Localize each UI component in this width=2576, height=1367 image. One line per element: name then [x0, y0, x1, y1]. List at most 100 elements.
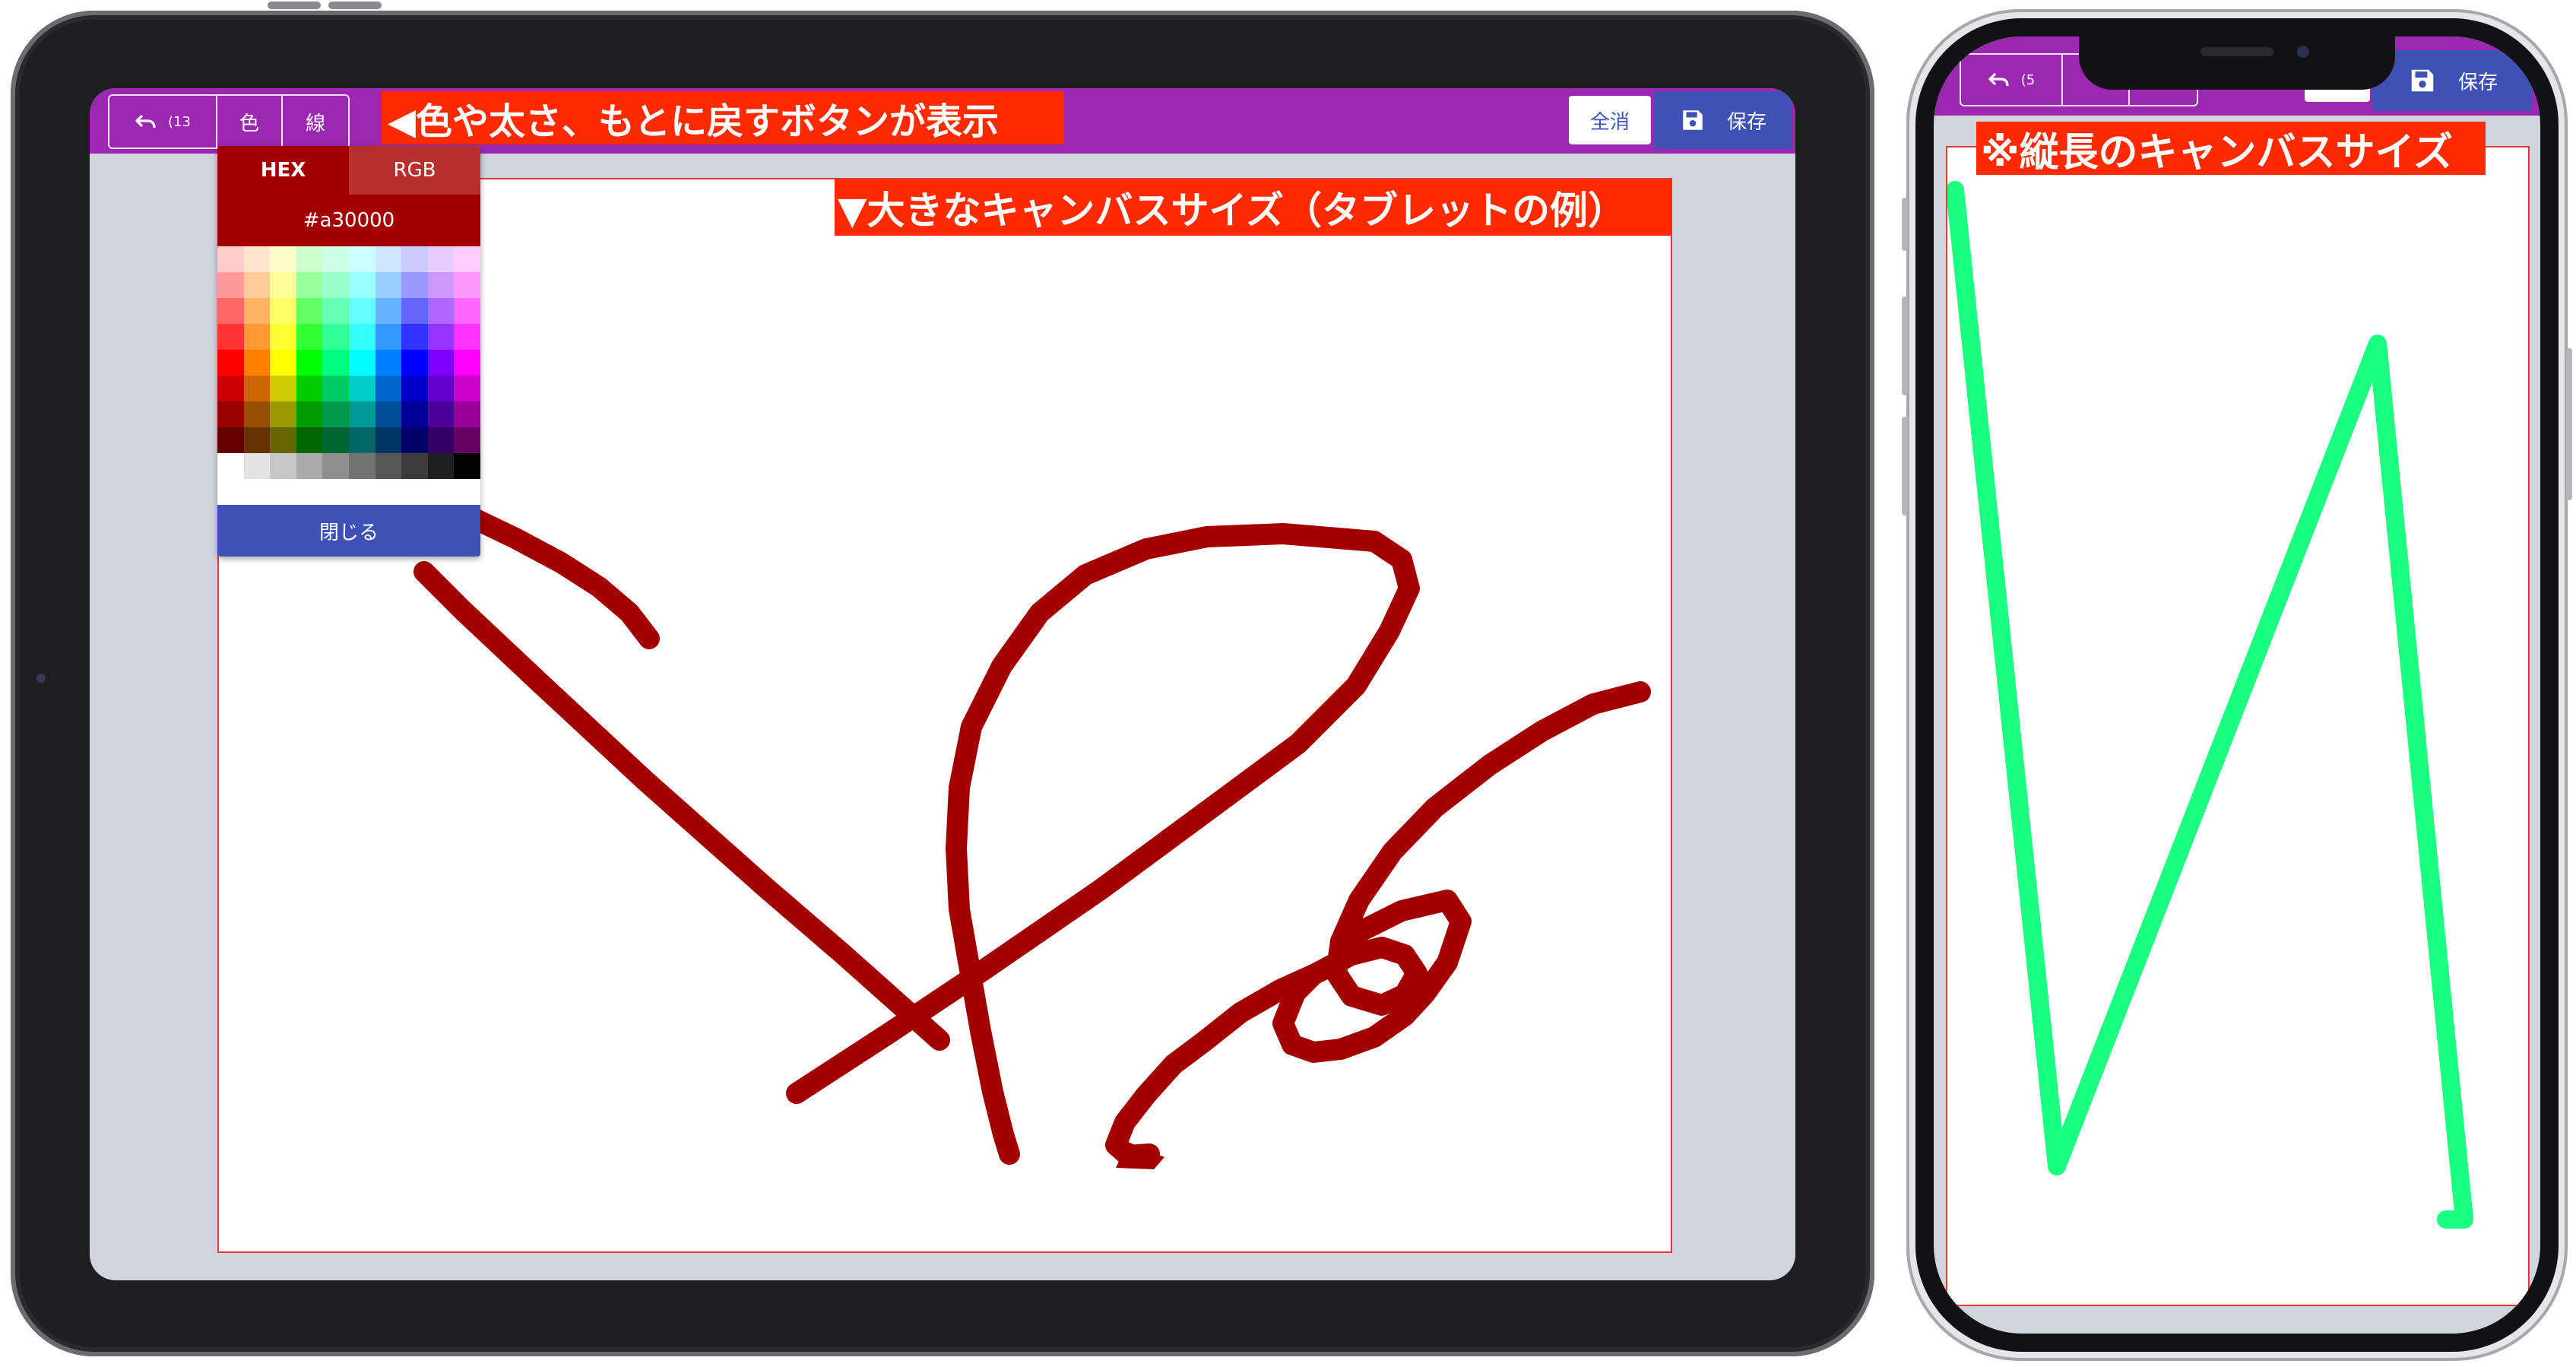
color-swatch[interactable] [454, 350, 480, 376]
color-swatch[interactable] [375, 246, 402, 272]
color-swatch[interactable] [243, 298, 271, 324]
color-swatch[interactable] [322, 350, 349, 376]
color-swatch[interactable] [401, 324, 428, 350]
phone-undo-button[interactable]: (5 [1961, 55, 2063, 105]
color-swatch[interactable] [270, 350, 296, 376]
color-swatch[interactable] [296, 401, 323, 427]
color-swatch[interactable] [322, 401, 349, 427]
color-swatch[interactable] [427, 298, 455, 324]
color-swatch[interactable] [322, 298, 349, 324]
color-swatch[interactable] [454, 324, 480, 350]
color-swatch[interactable] [322, 453, 349, 479]
color-swatch[interactable] [375, 453, 402, 479]
color-swatch[interactable] [375, 401, 402, 427]
color-swatch[interactable] [454, 427, 480, 453]
color-swatch[interactable] [454, 246, 480, 272]
color-swatch[interactable] [217, 401, 244, 427]
color-swatch[interactable] [348, 272, 375, 298]
tab-hex[interactable]: HEX [217, 146, 349, 195]
color-swatch[interactable] [348, 427, 375, 453]
color-swatch[interactable] [401, 246, 428, 272]
color-swatch[interactable] [270, 427, 296, 453]
color-swatch[interactable] [348, 401, 375, 427]
color-swatch[interactable] [217, 246, 244, 272]
color-swatch[interactable] [296, 246, 323, 272]
color-swatch[interactable] [243, 272, 271, 298]
color-swatch[interactable] [401, 401, 428, 427]
color-swatch[interactable] [322, 324, 349, 350]
color-swatch[interactable] [322, 272, 349, 298]
line-width-button[interactable]: 線 [283, 96, 348, 147]
color-swatch[interactable] [296, 427, 323, 453]
color-swatch[interactable] [322, 376, 349, 401]
color-swatch[interactable] [217, 427, 244, 453]
color-swatch[interactable] [348, 246, 375, 272]
color-swatch[interactable] [375, 427, 402, 453]
color-swatch[interactable] [270, 272, 296, 298]
color-swatch[interactable] [217, 272, 244, 298]
color-swatch[interactable] [348, 453, 375, 479]
color-swatch[interactable] [243, 376, 271, 401]
color-swatch[interactable] [243, 246, 271, 272]
color-swatch[interactable] [401, 298, 428, 324]
color-swatch[interactable] [243, 350, 271, 376]
color-swatch[interactable] [270, 246, 296, 272]
color-swatch[interactable] [427, 350, 455, 376]
color-swatch[interactable] [427, 401, 455, 427]
color-swatch[interactable] [217, 324, 244, 350]
color-swatch[interactable] [375, 376, 402, 401]
color-swatch[interactable] [454, 298, 480, 324]
color-swatch[interactable] [322, 246, 349, 272]
save-button[interactable]: 保存 [1654, 91, 1792, 149]
color-swatch[interactable] [401, 350, 428, 376]
color-swatch[interactable] [427, 324, 455, 350]
color-swatch[interactable] [348, 298, 375, 324]
color-swatch[interactable] [401, 427, 428, 453]
phone-drawing-canvas[interactable] [1946, 146, 2530, 1306]
color-swatch[interactable] [243, 427, 271, 453]
color-swatch[interactable] [243, 453, 271, 479]
color-swatch[interactable] [270, 401, 296, 427]
color-swatch[interactable] [401, 272, 428, 298]
color-swatch[interactable] [427, 272, 455, 298]
color-swatch[interactable] [401, 453, 428, 479]
color-swatch[interactable] [454, 272, 480, 298]
color-swatch[interactable] [243, 324, 271, 350]
color-swatch[interactable] [217, 376, 244, 401]
color-swatch[interactable] [270, 324, 296, 350]
phone-save-button[interactable]: 保存 [2373, 50, 2533, 111]
color-swatch[interactable] [296, 324, 323, 350]
color-swatch[interactable] [348, 350, 375, 376]
color-swatch[interactable] [270, 298, 296, 324]
color-swatch[interactable] [427, 453, 455, 479]
color-swatch[interactable] [217, 453, 244, 479]
undo-button[interactable]: (13 [109, 96, 217, 147]
color-swatch[interactable] [427, 376, 455, 401]
color-swatch[interactable] [270, 376, 296, 401]
color-swatch[interactable] [427, 427, 455, 453]
color-swatch[interactable] [217, 350, 244, 376]
color-swatch[interactable] [348, 376, 375, 401]
color-swatch[interactable] [296, 298, 323, 324]
picker-close-button[interactable]: 閉じる [217, 505, 480, 557]
tab-rgb[interactable]: RGB [349, 146, 480, 195]
color-swatch[interactable] [217, 298, 244, 324]
color-swatch[interactable] [296, 350, 323, 376]
clear-all-button[interactable]: 全消 [1569, 96, 1651, 144]
color-swatch[interactable] [375, 272, 402, 298]
color-swatch[interactable] [454, 453, 480, 479]
color-swatch[interactable] [454, 401, 480, 427]
color-swatch[interactable] [375, 324, 402, 350]
color-swatch[interactable] [348, 324, 375, 350]
color-swatch[interactable] [375, 298, 402, 324]
color-swatch[interactable] [296, 272, 323, 298]
color-swatch[interactable] [296, 376, 323, 401]
color-swatch[interactable] [454, 376, 480, 401]
color-button[interactable]: 色 [217, 96, 283, 147]
color-swatch[interactable] [270, 453, 296, 479]
color-swatch[interactable] [243, 401, 271, 427]
color-swatch[interactable] [322, 427, 349, 453]
color-swatch[interactable] [375, 350, 402, 376]
color-swatch[interactable] [296, 453, 323, 479]
color-swatch[interactable] [427, 246, 455, 272]
